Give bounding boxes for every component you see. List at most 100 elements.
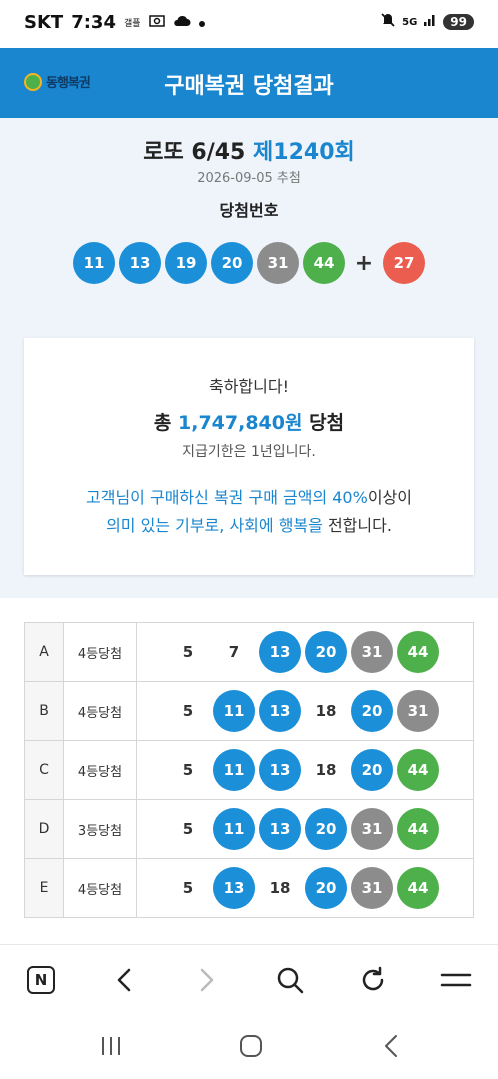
matched-number-ball: 13 — [259, 808, 301, 850]
donation-text-a: 고객님이 구매하신 복권 구매 금액의 40% — [86, 488, 368, 507]
prize-card: 축하합니다! 총 1,747,840원 당첨 지급기한은 1년입니다. 고객님이… — [24, 338, 474, 575]
unmatched-number: 5 — [182, 761, 194, 779]
winning-number-ball: 31 — [257, 242, 299, 284]
ticket-game-letter: A — [24, 622, 64, 682]
unmatched-number: 18 — [315, 702, 337, 720]
matched-number-ball: 44 — [397, 808, 439, 850]
status-bar-left: SKT 7:34 갤플 — [24, 12, 205, 33]
matched-number-ball: 44 — [397, 867, 439, 909]
notification-dot-icon — [198, 15, 205, 31]
naver-home-icon[interactable]: N — [23, 963, 59, 997]
browser-toolbar: N — [0, 944, 498, 1013]
cloud-icon — [173, 15, 191, 31]
system-navigation-bar — [0, 1012, 498, 1079]
ticket-numbers: 5 11 13 18 20 31 — [137, 690, 473, 732]
matched-number-ball: 20 — [305, 867, 347, 909]
matched-number-ball: 11 — [213, 808, 255, 850]
naver-home-letter: N — [27, 966, 55, 994]
mute-icon — [380, 12, 396, 32]
total-suffix: 당첨 — [309, 412, 345, 434]
ticket-numbers-cell: 5 11 13 18 20 31 — [136, 681, 474, 741]
matched-number-ball: 13 — [259, 690, 301, 732]
draw-title: 로또 6/45 제1240회 — [0, 134, 498, 166]
screenshot-icon — [148, 14, 165, 32]
ticket-game-letter: E — [24, 858, 64, 918]
matched-number-ball: 31 — [397, 690, 439, 732]
unmatched-number: 5 — [182, 643, 194, 661]
forward-arrow-icon[interactable] — [189, 963, 225, 997]
app-header: 동행복권 구매복권 당첨결과 — [0, 48, 498, 118]
matched-number-ball: 11 — [213, 749, 255, 791]
ticket-rank: 3등당첨 — [63, 799, 137, 859]
matched-number-ball: 13 — [259, 749, 301, 791]
ticket-rank: 4등당첨 — [63, 858, 137, 918]
refresh-icon[interactable] — [355, 963, 391, 997]
ticket-row: C 4등당첨 5 11 13 18 20 44 — [24, 740, 474, 800]
status-bar: SKT 7:34 갤플 5G 99 — [0, 0, 498, 48]
bonus-number-ball: 27 — [383, 242, 425, 284]
matched-number-ball: 20 — [351, 749, 393, 791]
donation-text-b: 이상이 — [367, 488, 412, 507]
winning-number-ball: 19 — [165, 242, 207, 284]
ticket-results-table: A 4등당첨 5 7 13 20 31 44 B 4등당첨 5 11 13 18 20 31 C 4등당첨 5 11 1… — [24, 622, 474, 918]
ticket-row: D 3등당첨 5 11 13 20 31 44 — [24, 799, 474, 859]
matched-number-ball: 44 — [397, 631, 439, 673]
payment-deadline: 지급기한은 1년입니다. — [182, 444, 316, 460]
menu-icon[interactable] — [438, 963, 474, 997]
ticket-numbers: 5 11 13 20 31 44 — [137, 808, 473, 850]
ticket-row: A 4등당첨 5 7 13 20 31 44 — [24, 622, 474, 682]
small-status-label: 갤플 — [123, 19, 141, 29]
unmatched-number: 18 — [269, 879, 291, 897]
recent-apps-icon[interactable] — [91, 1032, 131, 1060]
matched-number-ball: 11 — [213, 690, 255, 732]
matched-number-ball: 31 — [351, 808, 393, 850]
unmatched-number: 5 — [182, 702, 194, 720]
ticket-game-letter: D — [24, 799, 64, 859]
ticket-numbers-cell: 5 13 18 20 31 44 — [136, 858, 474, 918]
winning-number-ball: 13 — [119, 242, 161, 284]
matched-number-ball: 13 — [213, 867, 255, 909]
draw-date: 2026-09-05 추첨 — [197, 171, 301, 186]
game-name: 로또 6/45 — [143, 140, 246, 165]
search-icon[interactable] — [272, 963, 308, 997]
ticket-row: B 4등당첨 5 11 13 18 20 31 — [24, 681, 474, 741]
matched-number-ball: 20 — [351, 690, 393, 732]
ticket-rank: 4등당첨 — [63, 622, 137, 682]
back-arrow-icon[interactable] — [106, 963, 142, 997]
unmatched-number: 5 — [182, 820, 194, 838]
matched-number-ball: 20 — [305, 808, 347, 850]
total-amount: 1,747,840원 — [178, 412, 303, 434]
matched-number-ball: 20 — [305, 631, 347, 673]
winning-number-ball: 20 — [211, 242, 253, 284]
ticket-numbers-cell: 5 7 13 20 31 44 — [136, 622, 474, 682]
donation-text-c: 의미 있는 기부로, 사회에 행복을 — [106, 516, 323, 535]
winning-number-ball: 11 — [73, 242, 115, 284]
back-icon[interactable] — [371, 1032, 411, 1060]
ticket-numbers-cell: 5 11 13 20 31 44 — [136, 799, 474, 859]
winning-number-ball: 44 — [303, 242, 345, 284]
ticket-numbers-cell: 5 11 13 18 20 44 — [136, 740, 474, 800]
bonus-plus-sign: + — [354, 250, 374, 276]
winning-numbers: 11 13 19 20 31 44 +27 — [0, 242, 498, 284]
matched-number-ball: 13 — [259, 631, 301, 673]
battery-indicator: 99 — [443, 14, 474, 30]
network-type: 5G — [402, 16, 418, 28]
donation-text-d: 전합니다. — [327, 516, 392, 535]
ticket-numbers: 5 11 13 18 20 44 — [137, 749, 473, 791]
congrats-text: 축하합니다! — [208, 377, 289, 396]
home-icon[interactable] — [231, 1032, 271, 1060]
total-prefix: 총 — [153, 412, 172, 434]
ticket-game-letter: B — [24, 681, 64, 741]
page-title: 구매복권 당첨결과 — [164, 74, 334, 99]
draw-round: 제1240회 — [253, 140, 355, 165]
unmatched-number: 18 — [315, 761, 337, 779]
ticket-numbers: 5 7 13 20 31 44 — [137, 631, 473, 673]
unmatched-number: 5 — [182, 879, 194, 897]
unmatched-number: 7 — [228, 643, 240, 661]
signal-icon — [423, 13, 437, 31]
matched-number-ball: 31 — [351, 867, 393, 909]
ticket-rank: 4등당첨 — [63, 681, 137, 741]
matched-number-ball: 31 — [351, 631, 393, 673]
matched-number-ball: 44 — [397, 749, 439, 791]
clock: 7:34 — [71, 12, 116, 33]
